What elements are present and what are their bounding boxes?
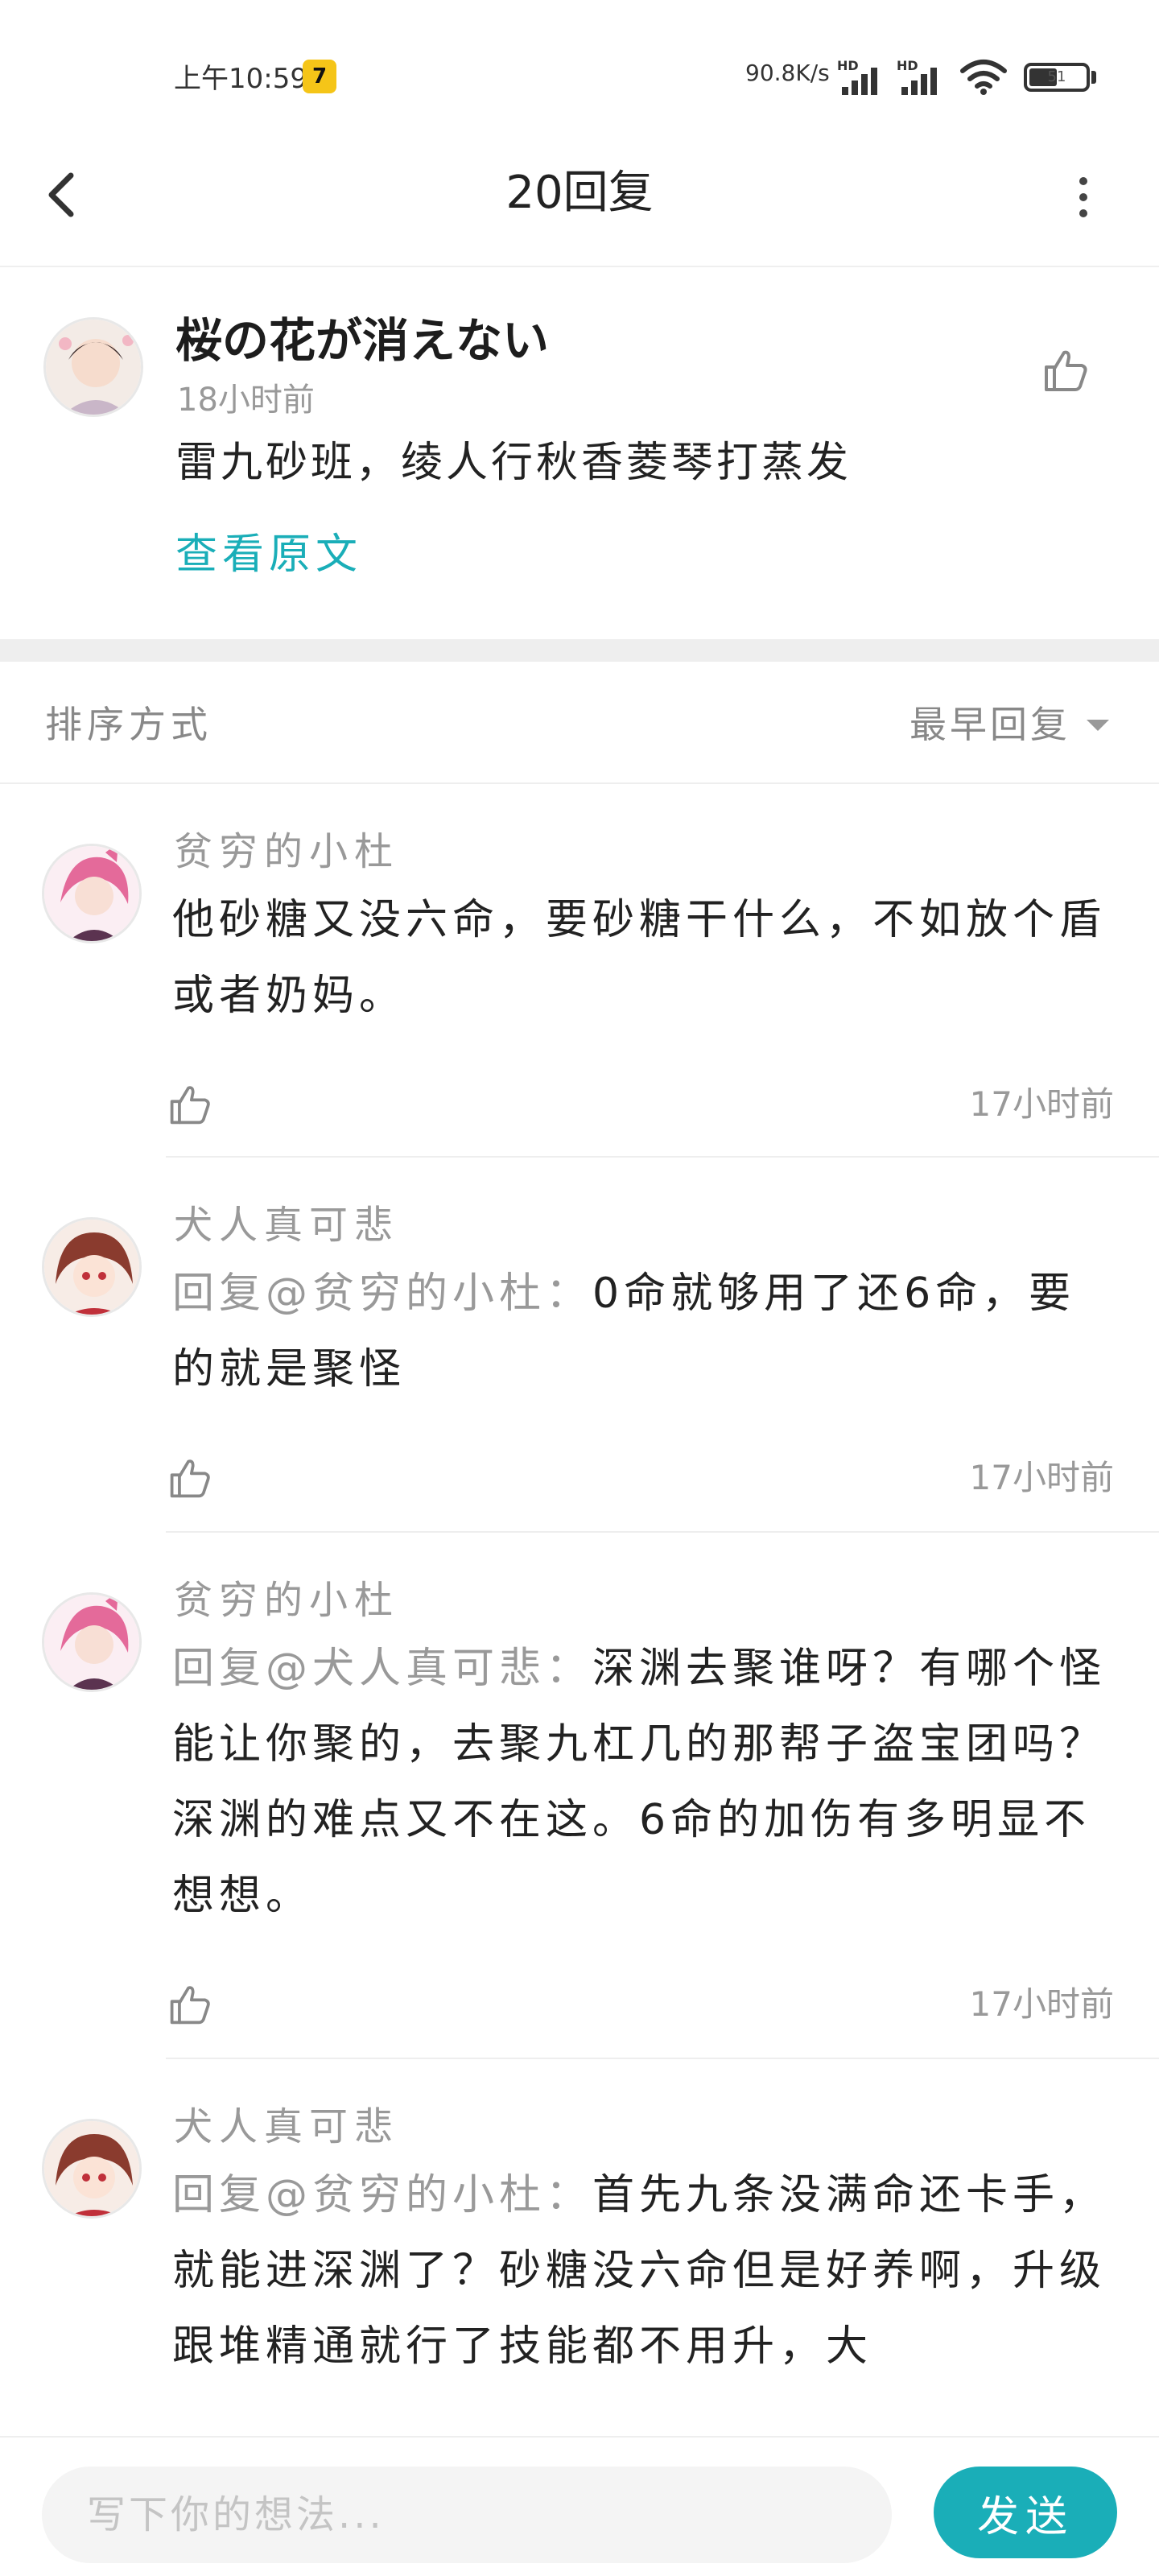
reply-text: 回复@犬人真可悲：深渊去聚谁呀？有哪个怪能让你聚的，去聚九杠几的那帮子盗宝团吗？… bbox=[172, 1631, 1114, 1934]
avatar[interactable] bbox=[43, 317, 143, 417]
comment-time: 18小时前 bbox=[177, 382, 315, 419]
reply-item: 贫穷的小杜 他砂糖又没六命，要砂糖干什么，不如放个盾或者奶妈。 17小时前 bbox=[0, 786, 1159, 1158]
signal-icon: HD bbox=[897, 58, 947, 95]
sort-dropdown[interactable]: 最早回复 bbox=[909, 696, 1070, 749]
battery-tip bbox=[1091, 71, 1096, 84]
app-bar: 20回复 bbox=[0, 121, 1159, 267]
reply-mention[interactable]: 回复@贫穷的小杜： bbox=[172, 1269, 592, 1318]
avatar[interactable] bbox=[42, 2119, 142, 2219]
comment-input[interactable] bbox=[42, 2467, 892, 2563]
reply-divider bbox=[166, 1531, 1159, 1533]
thumbs-up-icon[interactable] bbox=[167, 1082, 212, 1127]
reply-text: 回复@贫穷的小杜：0命就够用了还6命，要的就是聚怪 bbox=[172, 1256, 1114, 1407]
section-divider bbox=[0, 639, 1159, 662]
thumbs-up-icon[interactable] bbox=[167, 1455, 212, 1501]
reply-mention[interactable]: 回复@犬人真可悲： bbox=[172, 1645, 592, 1693]
reply-time: 17小时前 bbox=[969, 1458, 1114, 1497]
status-time: 上午10:59 bbox=[174, 63, 307, 95]
reply-time: 17小时前 bbox=[969, 1084, 1114, 1124]
signal-icon: HD bbox=[837, 58, 887, 95]
thumbs-up-icon[interactable] bbox=[1041, 346, 1090, 394]
reply-item: 贫穷的小杜 回复@犬人真可悲：深渊去聚谁呀？有哪个怪能让你聚的，去聚九杠几的那帮… bbox=[0, 1534, 1159, 2059]
reply-mention[interactable]: 回复@贫穷的小杜： bbox=[172, 2171, 592, 2219]
reply-author[interactable]: 贫穷的小杜 bbox=[174, 1568, 399, 1624]
reply-time: 17小时前 bbox=[969, 1984, 1114, 2024]
view-original-link[interactable]: 查看原文 bbox=[175, 520, 362, 580]
original-comment: 桜の花が消えない 18小时前 雷九砂班，绫人行秋香菱琴打蒸发 查看原文 bbox=[0, 269, 1159, 639]
sort-row: 排序方式 最早回复 bbox=[0, 662, 1159, 784]
battery-level: 51 bbox=[1047, 68, 1066, 85]
caret-down-icon[interactable] bbox=[1087, 720, 1109, 731]
status-bar: 上午10:59 7 90.8K/s HD HD 51 bbox=[0, 0, 1159, 121]
reply-body: 他砂糖又没六命，要砂糖干什么，不如放个盾或者奶妈。 bbox=[172, 896, 1107, 1020]
comment-composer: 发送 bbox=[0, 2436, 1159, 2576]
signal-hd-label: HD bbox=[837, 58, 859, 73]
reply-author[interactable]: 犬人真可悲 bbox=[174, 2095, 399, 2151]
network-speed: 90.8K/s bbox=[745, 60, 830, 86]
comment-author[interactable]: 桜の花が消えない bbox=[175, 303, 549, 370]
reply-divider bbox=[166, 2058, 1159, 2059]
reply-text: 他砂糖又没六命，要砂糖干什么，不如放个盾或者奶妈。 bbox=[172, 882, 1114, 1034]
reply-text: 回复@贫穷的小杜：首先九条没满命还卡手，就能进深渊了？砂糖没六命但是好养啊，升级… bbox=[172, 2157, 1114, 2384]
sort-label: 排序方式 bbox=[45, 703, 212, 746]
thumbs-up-icon[interactable] bbox=[167, 1982, 212, 2027]
battery-icon: 51 bbox=[1024, 63, 1090, 92]
reply-author[interactable]: 犬人真可悲 bbox=[174, 1193, 399, 1249]
avatar[interactable] bbox=[42, 844, 142, 943]
more-vertical-icon[interactable] bbox=[1054, 169, 1111, 225]
comment-text: 雷九砂班，绫人行秋香菱琴打蒸发 bbox=[175, 439, 852, 487]
app-notification-icon: 7 bbox=[303, 60, 336, 93]
reply-item: 犬人真可悲 回复@贫穷的小杜：0命就够用了还6命，要的就是聚怪 17小时前 bbox=[0, 1159, 1159, 1533]
send-button[interactable]: 发送 bbox=[934, 2467, 1117, 2558]
avatar[interactable] bbox=[42, 1592, 142, 1692]
reply-divider bbox=[166, 1156, 1159, 1158]
reply-author[interactable]: 贫穷的小杜 bbox=[174, 819, 399, 876]
reply-item: 犬人真可悲 回复@贫穷的小杜：首先九条没满命还卡手，就能进深渊了？砂糖没六命但是… bbox=[0, 2061, 1159, 2436]
avatar[interactable] bbox=[42, 1217, 142, 1317]
signal-hd-label: HD bbox=[897, 58, 918, 73]
wifi-icon bbox=[960, 60, 1007, 95]
page-title: 20回复 bbox=[505, 167, 654, 219]
